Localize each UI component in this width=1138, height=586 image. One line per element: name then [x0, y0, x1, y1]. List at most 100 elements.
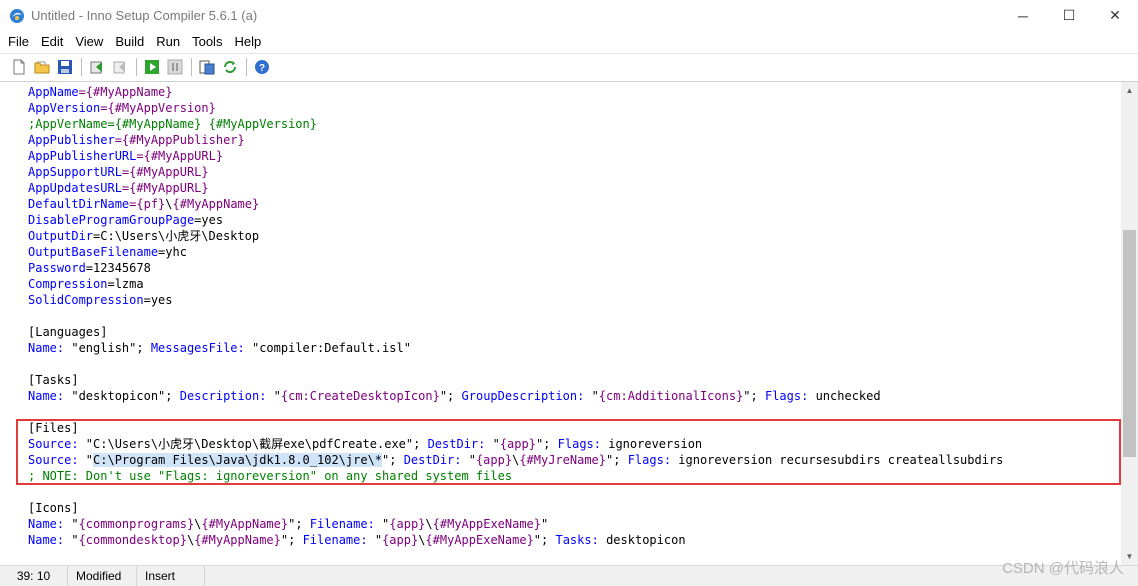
save-button[interactable]	[54, 56, 76, 78]
menu-file[interactable]: File	[2, 34, 35, 49]
code-token: {#MyAppExeName}	[432, 517, 542, 531]
code-token: ={pf}	[129, 197, 166, 211]
code-token: OutputDir	[28, 229, 94, 243]
code-token: "	[64, 517, 79, 531]
menu-help[interactable]: Help	[228, 34, 267, 49]
code-line[interactable]: SolidCompression=yes	[28, 292, 1003, 308]
code-line[interactable]: Password=12345678	[28, 260, 1003, 276]
code-line[interactable]: AppPublisherURL={#MyAppURL}	[28, 148, 1003, 164]
menu-build[interactable]: Build	[109, 34, 150, 49]
code-line[interactable]: DisableProgramGroupPage=yes	[28, 212, 1003, 228]
toolbar: ?	[0, 53, 1138, 80]
target-button[interactable]	[196, 56, 218, 78]
stop-compile-button[interactable]	[109, 56, 131, 78]
code-token: AppPublisherURL	[28, 149, 137, 163]
stop-compile-icon	[113, 61, 125, 74]
code-token: AppPublisher	[28, 133, 115, 147]
code-line[interactable]: Name: "english"; MessagesFile: "compiler…	[28, 340, 1003, 356]
pause-button[interactable]	[164, 56, 186, 78]
code-line[interactable]: Name: "{commonprograms}\{#MyAppName}"; F…	[28, 516, 1003, 532]
code-line[interactable]: AppName={#MyAppName}	[28, 84, 1003, 100]
code-line[interactable]: OutputBaseFilename=yhc	[28, 244, 1003, 260]
code-line[interactable]	[28, 404, 1003, 420]
code-token: "desktopicon";	[64, 389, 180, 403]
code-line[interactable]	[28, 484, 1003, 500]
code-token: ={#MyAppURL}	[121, 165, 209, 179]
code-token: "	[367, 533, 383, 547]
code-token: \	[165, 197, 173, 211]
code-token: {app}	[382, 533, 419, 547]
code-token: desktopicon	[598, 533, 686, 547]
code-token: {cm:CreateDesktopIcon}	[280, 389, 440, 403]
code-line[interactable]: [Tasks]	[28, 372, 1003, 388]
cursor-position: 39: 10	[0, 566, 68, 586]
refresh-icon	[224, 61, 236, 73]
scroll-up-arrow-icon[interactable]: ▲	[1121, 82, 1138, 99]
code-line[interactable]: OutputDir=C:\Users\小虎牙\Desktop	[28, 228, 1003, 244]
insert-mode-indicator: Insert	[137, 566, 205, 586]
compile-button[interactable]	[86, 56, 108, 78]
code-token: "compiler:Default.isl"	[244, 341, 411, 355]
code-token: "	[374, 517, 390, 531]
menu-tools[interactable]: Tools	[186, 34, 228, 49]
run-button[interactable]	[141, 56, 163, 78]
close-button[interactable]: ✕	[1092, 0, 1138, 31]
code-token: =C:\Users\小虎牙\Desktop	[93, 229, 260, 243]
code-token: "	[541, 517, 549, 531]
modified-indicator: Modified	[68, 566, 137, 586]
code-token: "	[584, 389, 599, 403]
menu-view[interactable]: View	[69, 34, 109, 49]
refresh-button[interactable]	[219, 56, 241, 78]
menu-run[interactable]: Run	[150, 34, 186, 49]
code-token: OutputBaseFilename	[28, 245, 159, 259]
code-token: "	[266, 389, 281, 403]
code-token: AppVersion	[28, 101, 101, 115]
code-line[interactable]: Compression=lzma	[28, 276, 1003, 292]
code-line[interactable]: ;AppVerName={#MyAppName} {#MyAppVersion}	[28, 116, 1003, 132]
code-line[interactable]: AppVersion={#MyAppVersion}	[28, 100, 1003, 116]
files-section-highlight	[16, 419, 1121, 485]
open-folder-icon	[34, 61, 50, 74]
script-editor[interactable]: AppName={#MyAppName} AppVersion={#MyAppVe…	[0, 81, 1138, 565]
code-line[interactable]: AppPublisher={#MyAppPublisher}	[28, 132, 1003, 148]
code-line[interactable]: [Languages]	[28, 324, 1003, 340]
open-button[interactable]	[31, 56, 53, 78]
code-line[interactable]	[28, 356, 1003, 372]
new-file-button[interactable]	[8, 56, 30, 78]
code-token: {commondesktop}	[78, 533, 187, 547]
code-line[interactable]: AppSupportURL={#MyAppURL}	[28, 164, 1003, 180]
watermark-text: CSDN @代码浪人	[1002, 560, 1124, 577]
vertical-scrollbar[interactable]: ▲ ▼	[1121, 82, 1138, 565]
code-token: =yes	[194, 213, 224, 227]
code-token: ={#MyAppVersion}	[100, 101, 216, 115]
code-token: ";	[439, 389, 462, 403]
maximize-button[interactable]: ☐	[1046, 0, 1092, 31]
title-bar: Untitled - Inno Setup Compiler 5.6.1 (a)…	[0, 0, 1138, 31]
minimize-button[interactable]: ─	[1000, 0, 1046, 31]
code-line[interactable]: AppUpdatesURL={#MyAppURL}	[28, 180, 1003, 196]
code-token: \	[425, 517, 433, 531]
code-line[interactable]: Name: "{commondesktop}\{#MyAppName}"; Fi…	[28, 532, 1003, 548]
code-token: [Tasks]	[28, 373, 79, 387]
code-line[interactable]: Name: "desktopicon"; Description: "{cm:C…	[28, 388, 1003, 404]
code-line[interactable]: [Icons]	[28, 500, 1003, 516]
code-line[interactable]	[28, 308, 1003, 324]
code-token: Compression	[28, 277, 108, 291]
code-token: DefaultDirName	[28, 197, 130, 211]
code-token: =yes	[143, 293, 173, 307]
menu-edit[interactable]: Edit	[35, 34, 69, 49]
code-token: Name:	[28, 341, 65, 355]
toolbar-separator	[136, 58, 137, 76]
code-line[interactable]: DefaultDirName={pf}\{#MyAppName}	[28, 196, 1003, 212]
help-icon: ?	[255, 60, 269, 74]
code-token: ={#MyAppPublisher}	[114, 133, 245, 147]
scrollbar-thumb[interactable]	[1123, 230, 1136, 457]
code-token: {#MyAppExeName}	[425, 533, 534, 547]
code-token: =12345678	[85, 261, 151, 275]
svg-text:?: ?	[259, 63, 265, 74]
code-token: Tasks:	[555, 533, 599, 547]
code-token: Name:	[28, 533, 65, 547]
code-token: Filename:	[309, 517, 375, 531]
code-token: ={#MyAppName}	[78, 85, 173, 99]
help-button[interactable]: ?	[251, 56, 273, 78]
